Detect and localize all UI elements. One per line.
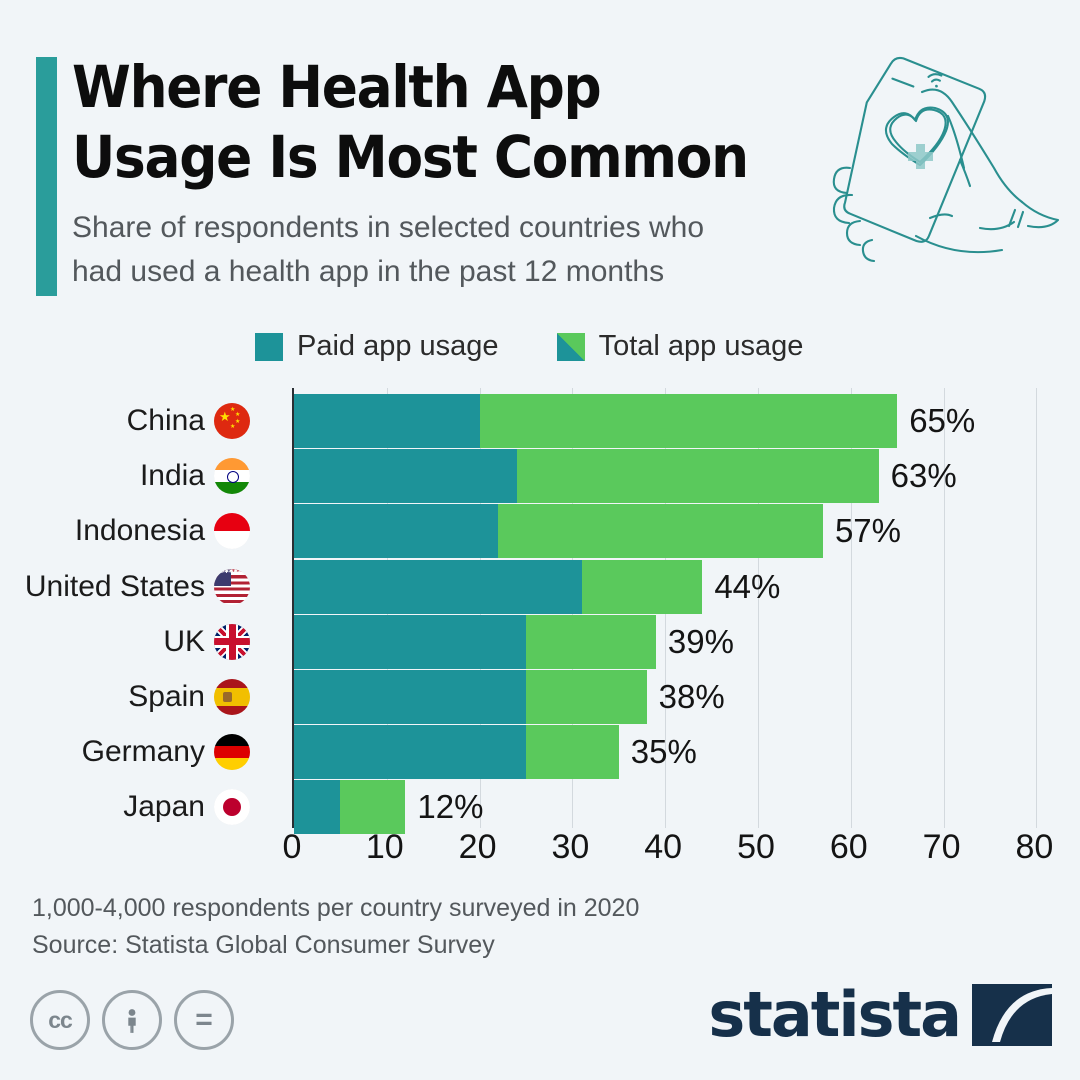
stacked-bar[interactable] [294,394,898,448]
bar-row: Japan 12% [0,780,1080,835]
x-axis-ticks: 0 10 20 30 40 50 60 70 80 [0,828,1080,876]
license-badges: cc = [30,990,234,1050]
flag-icon-gb [214,623,250,660]
category-label-united-states: United States ✱✱✱✱✱✱✱✱✱ [25,560,250,614]
x-tick-50: 50 [737,828,775,866]
title-block: Where Health App Usage Is Most Common Sh… [72,52,832,294]
attribution-icon[interactable] [102,990,162,1050]
flag-icon-cn: ★ ★ ★ ★ ★ [214,403,250,439]
hand-holding-phone-heart-icon [812,40,1072,290]
bar-row: Indonesia 57% [0,504,1080,559]
category-label-indonesia: Indonesia [75,504,250,558]
x-tick-0: 0 [282,828,302,866]
category-name: UK [163,624,205,658]
flag-icon-id [214,513,250,550]
stacked-bar[interactable] [294,449,879,504]
chart-plot-area: China ★ ★ ★ ★ ★ 65% India 63% Indonesia 57% United … [0,388,1080,835]
bar-segment-total[interactable] [479,394,898,448]
stacked-bar[interactable] [294,614,656,669]
category-name: Indonesia [74,514,205,548]
legend-item-paid[interactable]: Paid app usage [255,330,499,363]
bar-segment-total[interactable] [526,614,656,669]
bar-segment-paid[interactable] [294,670,526,724]
bar-row: Germany 35% [0,725,1080,780]
flag-icon-in [214,458,250,495]
stacked-bar[interactable] [294,670,647,724]
bar-segment-total[interactable] [526,670,647,724]
legend-label-total: Total app usage [598,330,804,362]
page-subtitle: Share of respondents in selected countri… [72,211,705,288]
bar-segment-total[interactable] [516,449,879,504]
legend-swatch-total [556,332,585,361]
footnotes: 1,000-4,000 respondents per country surv… [32,890,639,964]
category-label-japan: Japan [123,780,250,834]
bar-segment-paid[interactable] [294,504,499,559]
title-accent-bar [36,57,57,296]
bar-rows: China ★ ★ ★ ★ ★ 65% India 63% Indonesia 57% United … [0,388,1080,835]
category-label-germany: Germany [82,725,250,779]
bar-segment-total[interactable] [340,780,406,835]
bar-segment-paid[interactable] [294,394,480,448]
page-title: Where Health App Usage Is Most Common [72,53,749,191]
bar-value-label: 65% [909,402,976,439]
stacked-bar[interactable] [294,725,619,780]
category-name: United States [24,569,205,603]
flag-icon-us: ✱✱✱✱✱✱✱✱✱ [214,568,250,605]
flag-icon-de [214,734,250,771]
bar-segment-paid[interactable] [294,449,517,504]
stacked-bar[interactable] [294,504,823,559]
x-tick-60: 60 [829,828,868,866]
bar-segment-paid[interactable] [294,559,582,614]
bar-row: India 63% [0,449,1080,504]
bar-row: United States ✱✱✱✱✱✱✱✱✱ 44% [0,559,1080,614]
bar-segment-paid[interactable] [294,725,526,780]
category-label-india: India [140,449,250,503]
stacked-bar[interactable] [294,780,406,835]
statista-wordmark: statista [708,978,962,1051]
category-name: China [126,404,205,437]
flag-icon-es [214,679,250,715]
bar-value-label: 39% [667,622,734,660]
survey-note: 1,000-4,000 respondents per country surv… [32,894,640,922]
x-tick-30: 30 [551,828,590,866]
legend-swatch-paid [255,332,283,361]
x-tick-80: 80 [1015,828,1054,866]
category-name: Japan [123,790,205,824]
x-tick-20: 20 [458,828,497,866]
category-label-china: China ★ ★ ★ ★ ★ [127,394,250,448]
category-label-spain: Spain [128,670,250,724]
x-tick-10: 10 [365,828,404,866]
statista-logo: statista [708,984,1052,1046]
infographic-header: Where Health App Usage Is Most Common Sh… [0,0,1080,312]
bar-segment-total[interactable] [526,725,619,780]
statista-mark [972,984,1052,1046]
bar-row: UK 39% [0,614,1080,669]
no-derivatives-icon[interactable]: = [174,990,234,1050]
creative-commons-icon[interactable]: cc [30,990,90,1050]
bar-segment-total[interactable] [498,504,823,559]
chart-legend: Paid app usage Total app usage [255,330,803,363]
flag-icon-jp [214,789,250,826]
legend-label-paid: Paid app usage [297,330,499,362]
bar-value-label: 57% [834,512,902,550]
bar-value-label: 35% [630,733,697,771]
bar-value-label: 12% [417,788,484,826]
bar-segment-paid[interactable] [294,780,341,835]
bar-value-label: 63% [890,457,957,495]
stacked-bar[interactable] [294,559,703,614]
bar-row: China ★ ★ ★ ★ ★ 65% [0,394,1080,448]
bar-value-label: 38% [658,678,725,715]
bar-value-label: 44% [714,567,781,605]
legend-item-total[interactable]: Total app usage [556,330,804,363]
category-name: India [139,459,205,493]
category-label-uk: UK [163,615,250,669]
source-note: Source: Statista Global Consumer Survey [32,931,495,959]
x-tick-70: 70 [922,828,961,866]
bar-row: Spain 38% [0,670,1080,724]
bar-segment-paid[interactable] [294,614,526,669]
category-name: Germany [81,735,205,769]
category-name: Spain [128,680,205,713]
x-tick-40: 40 [644,828,683,866]
bar-segment-total[interactable] [581,559,703,614]
